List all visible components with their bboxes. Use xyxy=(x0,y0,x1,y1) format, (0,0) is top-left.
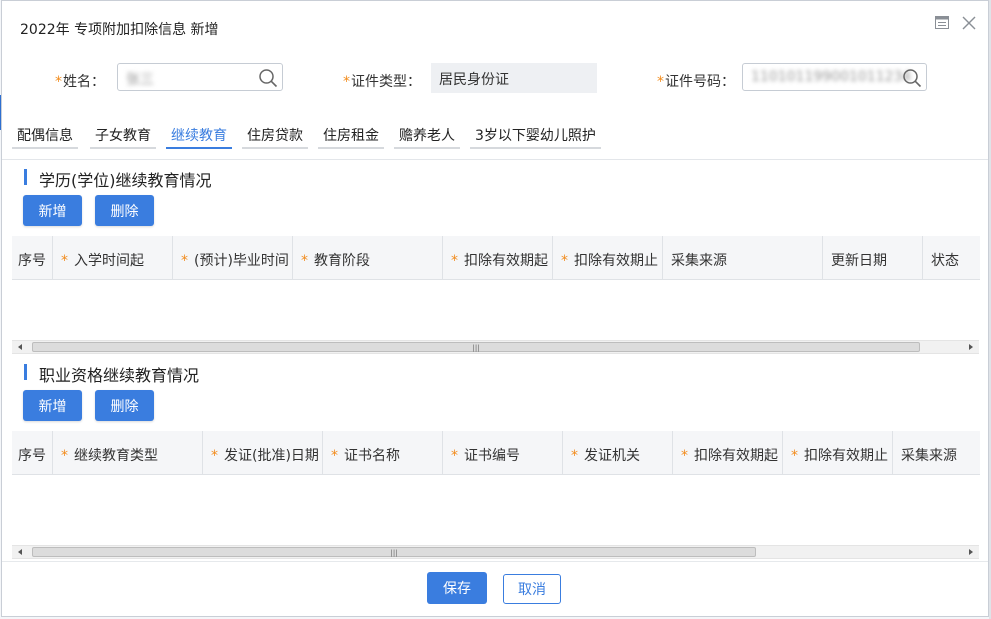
professional-table-scrollbar[interactable]: ||| xyxy=(12,545,979,559)
delete-degree-button[interactable]: 删除 xyxy=(95,195,154,226)
column-header[interactable]: * 入学时间起 xyxy=(53,236,173,279)
column-header[interactable]: * 扣除有效期止 xyxy=(553,236,663,279)
degree-table-scrollbar[interactable]: ||| xyxy=(12,340,979,354)
column-header[interactable]: 序号 xyxy=(12,236,53,279)
name-label: *姓名： xyxy=(55,74,105,90)
maximize-icon[interactable] xyxy=(935,16,949,29)
id-type-label: *证件类型： xyxy=(343,74,421,90)
tab-elderly-support[interactable]: 赡养老人 xyxy=(394,121,460,149)
column-header[interactable]: 序号 xyxy=(12,431,53,474)
dialog-title: 2022年 专项附加扣除信息 新增 xyxy=(20,22,219,38)
dialog-title-bar: 2022年 专项附加扣除信息 新增 xyxy=(2,1,988,51)
column-header[interactable]: * 教育阶段 xyxy=(293,236,443,279)
close-icon[interactable] xyxy=(961,15,977,31)
id-number-input[interactable]: 110101199001011234 xyxy=(742,63,927,91)
add-degree-button[interactable]: 新增 xyxy=(23,195,82,226)
tab-spouse[interactable]: 配偶信息 xyxy=(12,121,78,149)
scroll-left-icon[interactable] xyxy=(18,344,22,350)
column-header[interactable]: * 发证(批准)日期 xyxy=(203,431,323,474)
dialog: 2022年 专项附加扣除信息 新增 *姓名： 张三 *证件类型： 居民身份证 *… xyxy=(1,0,989,617)
column-header[interactable]: * 证书编号 xyxy=(443,431,563,474)
professional-education-table: 序号 * 继续教育类型 * 发证(批准)日期 * 证书名称 * 证书编号 * 发证机关 *… xyxy=(12,431,980,541)
delete-professional-button[interactable]: 删除 xyxy=(95,390,154,421)
search-icon[interactable] xyxy=(902,68,922,88)
scrollbar-thumb[interactable]: ||| xyxy=(32,342,920,352)
add-professional-button[interactable]: 新增 xyxy=(23,390,82,421)
column-header[interactable]: * 扣除有效期止 xyxy=(783,431,893,474)
name-input[interactable]: 张三 xyxy=(117,63,283,91)
cancel-button[interactable]: 取消 xyxy=(503,574,561,604)
scroll-right-icon[interactable] xyxy=(969,549,973,555)
table-header: 序号 * 继续教育类型 * 发证(批准)日期 * 证书名称 * 证书编号 * 发证机关 *… xyxy=(12,431,980,475)
tab-continuing-education[interactable]: 继续教育 xyxy=(166,121,232,149)
id-number-value: 110101199001011234 xyxy=(751,69,912,85)
id-type-field: 居民身份证 xyxy=(431,63,597,93)
column-header[interactable]: * 继续教育类型 xyxy=(53,431,203,474)
column-header[interactable]: 采集来源 xyxy=(663,236,823,279)
tab-infant-care[interactable]: 3岁以下婴幼儿照护 xyxy=(470,121,601,149)
scroll-left-icon[interactable] xyxy=(18,549,22,555)
name-value: 张三 xyxy=(126,72,154,88)
tab-housing-loan[interactable]: 住房贷款 xyxy=(242,121,308,149)
column-header[interactable]: * (预计)毕业时间 xyxy=(173,236,293,279)
column-header[interactable]: * 扣除有效期起 xyxy=(443,236,553,279)
column-header[interactable]: 状态 xyxy=(923,236,980,279)
search-icon[interactable] xyxy=(258,68,278,88)
footer-divider xyxy=(2,561,988,562)
form-row: *姓名： 张三 *证件类型： 居民身份证 *证件号码： 110101199001… xyxy=(2,63,988,95)
id-number-label: *证件号码： xyxy=(657,74,735,90)
column-header[interactable]: 更新日期 xyxy=(823,236,923,279)
table-header: 序号 * 入学时间起 * (预计)毕业时间 * 教育阶段 * 扣除有效期起 * 扣除有效期… xyxy=(12,236,980,280)
section-marker xyxy=(24,169,27,185)
degree-education-table: 序号 * 入学时间起 * (预计)毕业时间 * 教育阶段 * 扣除有效期起 * 扣除有效期… xyxy=(12,236,980,336)
tab-housing-rent[interactable]: 住房租金 xyxy=(318,121,384,149)
column-header[interactable]: * 发证机关 xyxy=(563,431,673,474)
column-header[interactable]: 采集来源 xyxy=(893,431,980,474)
scrollbar-thumb[interactable]: ||| xyxy=(32,547,756,557)
column-header[interactable]: * 扣除有效期起 xyxy=(673,431,783,474)
tab-children-education[interactable]: 子女教育 xyxy=(90,121,156,149)
tabs-divider xyxy=(2,159,988,160)
column-header[interactable]: * 证书名称 xyxy=(323,431,443,474)
scroll-right-icon[interactable] xyxy=(969,344,973,350)
save-button[interactable]: 保存 xyxy=(427,572,487,604)
section-marker xyxy=(24,364,27,380)
